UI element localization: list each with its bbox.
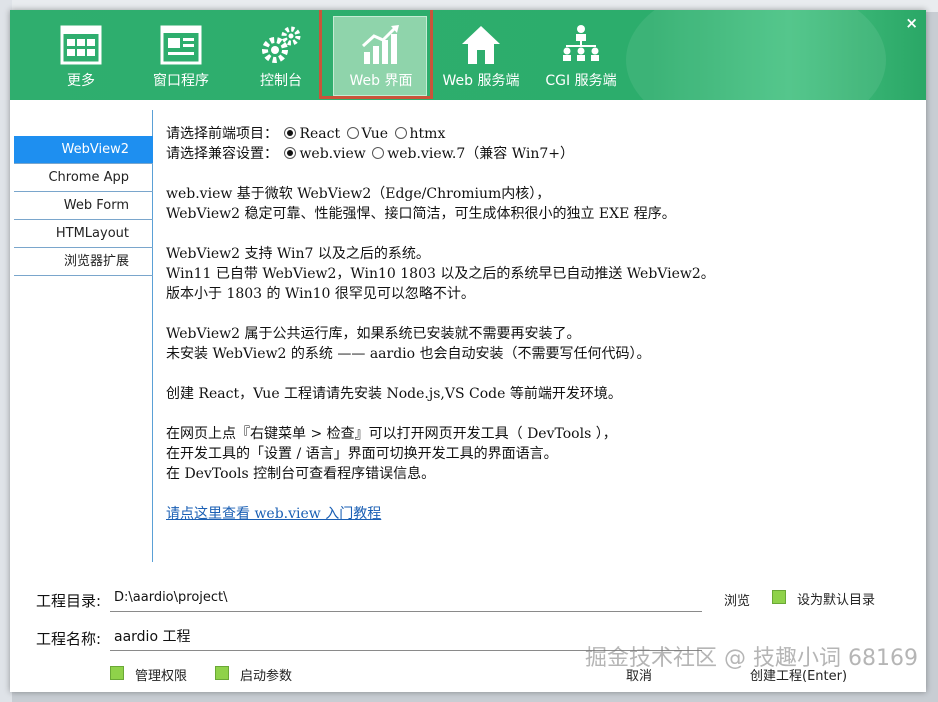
tab-web-ui[interactable]: Web 界面: [328, 10, 434, 100]
description-line: 版本小于 1803 的 Win10 很罕见可以忽略不计。: [166, 286, 475, 302]
description-line: Win11 已自带 WebView2，Win10 1803 以及之后的系统早已自…: [166, 266, 715, 282]
tab-label: Web 服务端: [442, 73, 520, 89]
admin-checkbox[interactable]: [110, 666, 124, 680]
sidebar-nav: WebView2 Chrome App Web Form HTMLayout 浏…: [14, 136, 153, 276]
startup-label[interactable]: 启动参数: [240, 665, 292, 684]
close-button[interactable]: ×: [905, 14, 918, 32]
sidebar-item-webview2[interactable]: WebView2: [14, 136, 153, 164]
sidebar-item-web-form[interactable]: Web Form: [14, 192, 153, 220]
sidebar-item-chrome-app[interactable]: Chrome App: [14, 164, 153, 192]
radio-vue[interactable]: [346, 127, 359, 139]
compat-label: 请选择兼容设置：: [166, 146, 278, 162]
tab-label: 窗口程序: [153, 73, 209, 89]
frontend-label: 请选择前端项目：: [166, 126, 278, 142]
frontend-selector: 请选择前端项目： React Vue htmx: [166, 124, 906, 144]
tab-window-program[interactable]: 窗口程序: [128, 10, 234, 100]
radio-htmx-label[interactable]: htmx: [410, 126, 446, 142]
tab-cgi-server[interactable]: CGI 服务端: [528, 10, 634, 100]
gears-icon: [262, 26, 301, 63]
description-line: 在网页上点『右键菜单 > 检查』可以打开网页开发工具（ DevTools ），: [166, 426, 617, 442]
tab-more[interactable]: 更多: [28, 10, 134, 100]
chart-up-icon: [361, 25, 399, 64]
watermark: 掘金技术社区 @ 技趣小词 68169: [585, 646, 918, 671]
description-line: 在开发工具的「设置 / 语言」界面可切换开发工具的界面语言。: [166, 446, 558, 462]
description-line: 未安装 WebView2 的系统 —— aardio 也会自动安装（不需要写任何…: [166, 346, 651, 362]
radio-react[interactable]: [284, 127, 297, 139]
browse-button[interactable]: 浏览: [724, 590, 750, 609]
org-chart-icon: [563, 25, 599, 61]
radio-htmx[interactable]: [394, 127, 407, 139]
header-decoration: [626, 10, 886, 100]
default-dir-checkbox[interactable]: [772, 590, 786, 604]
window-grid-icon: [60, 25, 102, 65]
project-dir-input[interactable]: D:\aardio\project\: [114, 590, 228, 605]
radio-web-view-label[interactable]: web.view: [299, 146, 365, 162]
startup-checkbox[interactable]: [215, 666, 229, 680]
description-line: WebView2 稳定可靠、性能强悍、接口简洁，可生成体积很小的独立 EXE 程…: [166, 206, 676, 222]
tab-label: CGI 服务端: [545, 73, 617, 89]
radio-web-view[interactable]: [284, 147, 297, 159]
project-name-label: 工程名称:: [36, 630, 102, 648]
description-line: 在 DevTools 控制台可查看程序错误信息。: [166, 466, 436, 482]
radio-react-label[interactable]: React: [299, 126, 340, 142]
admin-label[interactable]: 管理权限: [135, 665, 187, 684]
webview2-description: 请选择前端项目： React Vue htmx 请选择兼容设置： web.vie…: [166, 124, 906, 524]
radio-web-view-7[interactable]: [372, 147, 385, 159]
house-icon: [462, 26, 500, 64]
project-dir-label: 工程目录:: [36, 592, 102, 610]
tutorial-link[interactable]: 请点这里查看 web.view 入门教程: [166, 506, 381, 522]
project-dir-underline: [110, 611, 702, 612]
description-line: web.view 基于微软 WebView2（Edge/Chromium内核），: [166, 186, 551, 202]
sidebar-item-browser-extension[interactable]: 浏览器扩展: [14, 248, 153, 276]
radio-web-view-7-label[interactable]: web.view.7（兼容 Win7+）: [387, 146, 574, 162]
description-line: WebView2 支持 Win7 以及之后的系统。: [166, 246, 430, 262]
default-dir-label[interactable]: 设为默认目录: [797, 589, 875, 608]
description-line: 创建 React，Vue 工程请请先安装 Node.js,VS Code 等前端…: [166, 386, 622, 402]
project-name-input[interactable]: aardio 工程: [114, 626, 190, 646]
tab-web-server[interactable]: Web 服务端: [428, 10, 534, 100]
sidebar-item-htmlayout[interactable]: HTMLayout: [14, 220, 153, 248]
compat-selector: 请选择兼容设置： web.view web.view.7（兼容 Win7+）: [166, 144, 906, 164]
tab-label: 更多: [67, 73, 95, 89]
form-window-icon: [160, 25, 202, 65]
new-project-dialog: 更多 窗口程序 控制台 Web 界面 Web 服务端 CGI 服务端 × Web…: [10, 10, 926, 692]
project-type-toolbar: 更多 窗口程序 控制台 Web 界面 Web 服务端 CGI 服务端 ×: [10, 10, 926, 100]
radio-vue-label[interactable]: Vue: [362, 126, 389, 142]
tab-label: Web 界面: [349, 73, 413, 89]
description-line: WebView2 属于公共运行库，如果系统已安装就不需要再安装了。: [166, 326, 581, 342]
